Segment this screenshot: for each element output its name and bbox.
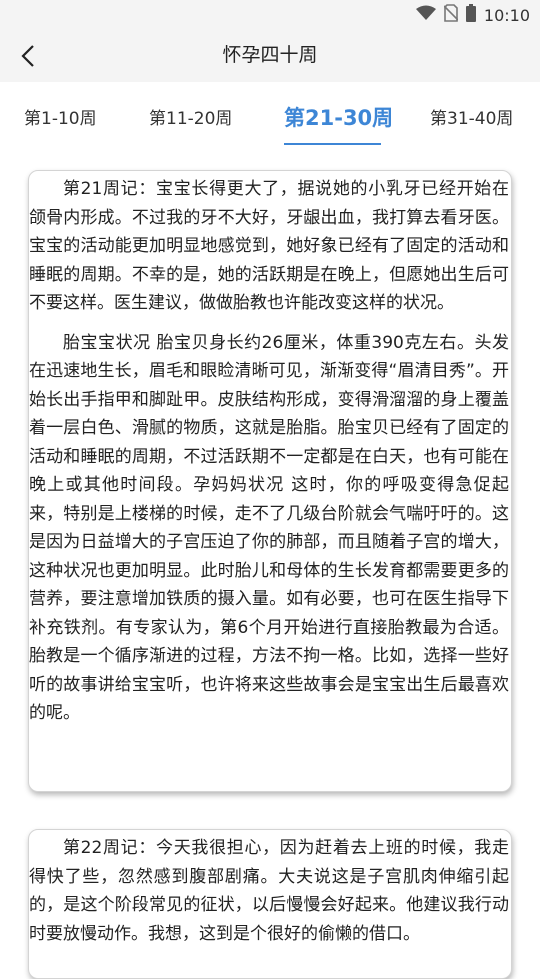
status-bar: 10:10 bbox=[0, 0, 540, 30]
week-tabs: 第1-10周 第11-20周 第21-30周 第31-40周 bbox=[0, 82, 540, 154]
wifi-icon bbox=[415, 5, 436, 25]
tab-weeks-1-10[interactable]: 第1-10周 bbox=[24, 104, 97, 144]
card-paragraph: 第22周记：今天我很担心，因为赶着去上班的时候，我走得快了些，忽然感到腹部剧痛。… bbox=[29, 838, 509, 944]
page-title: 怀孕四十周 bbox=[222, 44, 318, 66]
active-tab-indicator bbox=[284, 143, 381, 145]
tab-weeks-11-20[interactable]: 第11-20周 bbox=[149, 104, 232, 144]
week-21-card: 第21周记：宝宝长得更大了，据说她的小乳牙已经开始在颌骨内形成。不过我的牙不大好… bbox=[28, 170, 512, 792]
no-sim-icon bbox=[443, 4, 459, 26]
status-icons: 10:10 bbox=[415, 4, 530, 26]
tab-weeks-21-30[interactable]: 第21-30周 bbox=[284, 102, 393, 142]
status-time: 10:10 bbox=[483, 5, 530, 25]
nav-bar: 怀孕四十周 bbox=[0, 30, 540, 82]
battery-icon bbox=[465, 4, 476, 26]
card-paragraph: 第21周记：宝宝长得更大了，据说她的小乳牙已经开始在颌骨内形成。不过我的牙不大好… bbox=[29, 179, 509, 313]
tab-weeks-31-40[interactable]: 第31-40周 bbox=[430, 104, 513, 144]
card-paragraph: 胎宝宝状况 胎宝贝身长约26厘米，体重390克左右。头发在迅速地生长，眉毛和眼睑… bbox=[29, 332, 509, 724]
week-22-card: 第22周记：今天我很担心，因为赶着去上班的时候，我走得快了些，忽然感到腹部剧痛。… bbox=[28, 829, 512, 979]
